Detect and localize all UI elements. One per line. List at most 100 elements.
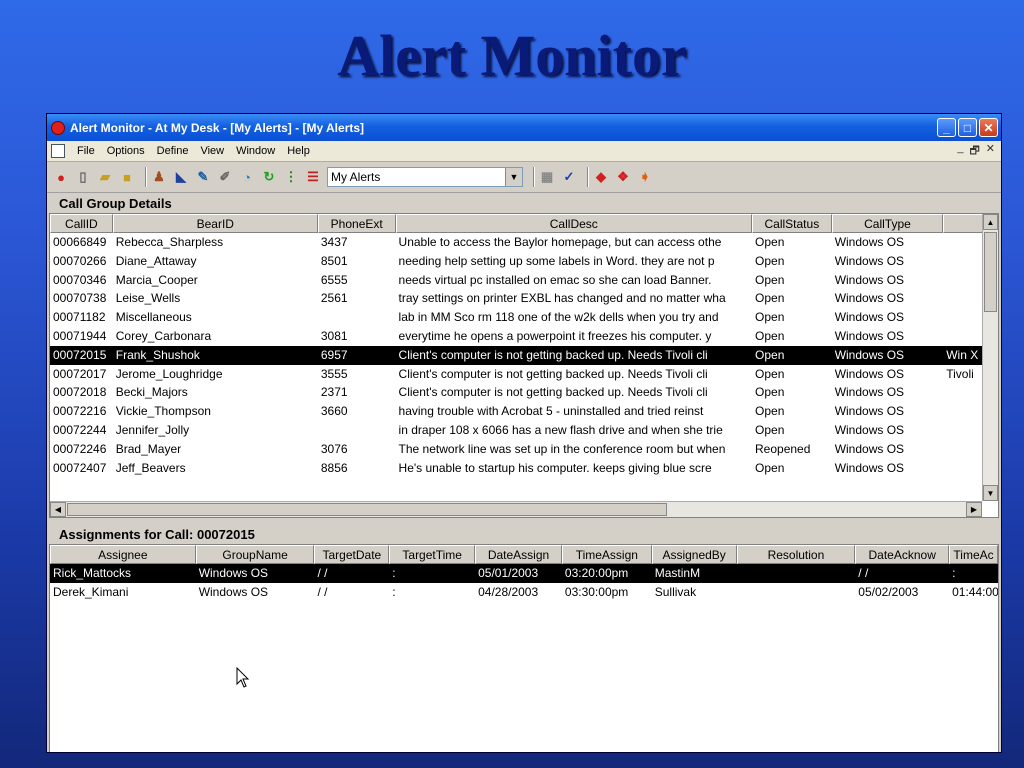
mdi-close-button[interactable]: ✕ — [986, 142, 995, 161]
traffic-light-icon[interactable]: ⋮ — [283, 169, 299, 185]
minimize-button[interactable]: _ — [937, 118, 956, 137]
assignment-column-header[interactable]: TargetDate — [314, 545, 390, 564]
call-cell: needing help setting up some labels in W… — [398, 253, 715, 268]
call-column-header[interactable]: CallType — [831, 214, 944, 233]
assignment-cell: / / — [317, 584, 328, 599]
document-icon[interactable] — [51, 144, 65, 158]
call-cell: 00070266 — [53, 253, 107, 268]
assignment-column-header[interactable]: AssignedBy — [651, 545, 737, 564]
call-row[interactable]: 00072017 Jerome_Loughridge 3555 Client's co… — [50, 365, 998, 384]
scroll-right-icon[interactable]: ▶ — [966, 502, 982, 517]
call-cell: 00071944 — [53, 328, 107, 343]
diamonds-icon[interactable]: ❖ — [615, 169, 631, 185]
call-cell: 00066849 — [53, 235, 107, 249]
horizontal-scrollbar[interactable]: ◀ ▶ — [50, 501, 982, 517]
call-cell: Open — [755, 422, 785, 437]
checkmark-icon[interactable]: ✓ — [561, 169, 577, 185]
menubar: File Options Define View Window Help _ 🗗… — [47, 141, 1001, 162]
app-window: Alert Monitor - At My Desk - [My Alerts]… — [46, 113, 1002, 753]
scroll-down-icon[interactable]: ▼ — [983, 485, 998, 501]
assignment-cell: / / — [317, 566, 328, 580]
call-group-grid: CallID BearID PhoneExt CallDesc CallStatus Ca… — [49, 213, 999, 518]
clock-icon[interactable]: ◔ — [239, 169, 255, 185]
mdi-minimize-button[interactable]: _ — [957, 142, 963, 161]
call-row[interactable]: 00071182 Miscellaneous lab in MM Sco rm 11… — [50, 308, 998, 327]
assignments-grid: Assignee GroupName TargetDate TargetTime Dat… — [49, 544, 999, 752]
call-row[interactable]: 00072018 Becki_Majors 2371 Client's compute… — [50, 383, 998, 402]
close-button[interactable]: ✕ — [979, 118, 998, 137]
assignment-column-header[interactable]: DateAssign — [475, 545, 562, 564]
open-folder-icon[interactable]: ▰ — [97, 169, 113, 185]
call-column-header[interactable]: CallID — [50, 214, 113, 233]
call-cell — [318, 421, 396, 440]
vertical-scrollbar[interactable]: ▲ ▼ — [982, 214, 998, 501]
call-row[interactable]: 00066849 Rebecca_Sharpless 3437 Unable to a… — [50, 233, 998, 252]
window-titlebar[interactable]: Alert Monitor - At My Desk - [My Alerts]… — [47, 114, 1001, 141]
users-icon[interactable]: ♟ — [151, 169, 167, 185]
list-icon[interactable]: ☰ — [305, 169, 321, 185]
call-row[interactable]: 00071944 Corey_Carbonara 3081 everytime he … — [50, 327, 998, 346]
call-row[interactable]: 00072015 Frank_Shushok 6957 Client's comput… — [50, 345, 998, 365]
assignments-grid-body: Rick_Mattocks Windows OS / /: 05/01/2003 03:… — [50, 564, 998, 602]
call-cell: 00072018 — [53, 385, 107, 400]
alert-icon[interactable]: ● — [53, 169, 69, 185]
mdi-restore-button[interactable]: 🗗 — [969, 142, 979, 161]
call-cell: Windows OS — [834, 404, 905, 419]
assignment-row[interactable]: Rick_Mattocks Windows OS / /: 05/01/2003 03:… — [50, 564, 998, 583]
call-row[interactable]: 00072246 Brad_Mayer 3076 The network line w… — [50, 440, 998, 459]
call-row[interactable]: 00072216 Vickie_Thompson 3660 having troubl… — [50, 402, 998, 421]
maximize-button[interactable]: □ — [958, 118, 977, 137]
chevron-down-icon[interactable]: ▼ — [505, 168, 522, 186]
chart-icon[interactable]: ◣ — [173, 169, 189, 185]
alert-view-select[interactable]: My Alerts ▼ — [327, 167, 523, 187]
mdi-controls: _ 🗗 ✕ — [957, 142, 1001, 161]
mouse-pointer-icon — [236, 667, 250, 688]
menu-window[interactable]: Window — [230, 145, 281, 157]
assignment-column-header[interactable]: TimeAc — [949, 545, 998, 564]
call-column-header[interactable]: PhoneExt — [317, 214, 396, 233]
menu-define[interactable]: Define — [151, 145, 195, 157]
assignment-column-header[interactable]: Resolution — [736, 545, 856, 564]
menu-options[interactable]: Options — [101, 145, 151, 157]
call-cell: The network line was set up in the confe… — [398, 441, 726, 456]
hscroll-thumb[interactable] — [67, 503, 667, 516]
call-cell: 00072216 — [53, 404, 107, 419]
diamond-icon[interactable]: ◆ — [593, 169, 609, 185]
menu-help[interactable]: Help — [281, 145, 316, 157]
call-column-header[interactable]: CallDesc — [395, 214, 753, 233]
assignment-column-header[interactable]: Assignee — [50, 545, 196, 564]
menu-view[interactable]: View — [194, 145, 230, 157]
refresh-icon[interactable]: ↻ — [261, 169, 277, 185]
call-row[interactable]: 00070738 Leise_Wells 2561 tray settings on … — [50, 289, 998, 308]
call-column-header[interactable]: BearID — [112, 214, 318, 233]
call-row[interactable]: 00070266 Diane_Attaway 8501 needing help se… — [50, 252, 998, 271]
new-icon[interactable]: ▯ — [75, 169, 91, 185]
call-cell: 00072407 — [53, 460, 107, 475]
assignment-column-header[interactable]: TimeAssign — [561, 545, 652, 564]
edit-icon[interactable]: ✐ — [217, 169, 233, 185]
assignment-cell: Sullivak — [654, 584, 697, 599]
slide-title: Alert Monitor — [337, 23, 687, 88]
assignment-cell: : — [392, 584, 396, 599]
call-column-header[interactable]: CallStatus — [752, 214, 832, 233]
call-cell: Open — [755, 235, 785, 249]
call-cell: Marcia_Cooper — [115, 272, 198, 287]
call-row[interactable]: 00072407 Jeff_Beavers 8856 He's unable to s… — [50, 459, 998, 478]
menu-file[interactable]: File — [71, 145, 101, 157]
grid-icon[interactable]: ▦ — [539, 169, 555, 185]
save-icon[interactable]: ■ — [119, 169, 135, 185]
assign-icon[interactable]: ✎ — [195, 169, 211, 185]
scroll-left-icon[interactable]: ◀ — [50, 502, 66, 517]
toolbar-separator — [533, 167, 535, 187]
call-cell: Open — [755, 385, 785, 400]
assignment-column-header[interactable]: GroupName — [195, 545, 315, 564]
assignment-column-header[interactable]: DateAcknow — [855, 545, 950, 564]
call-row[interactable]: 00072244 Jennifer_Jolly in draper 108 x 60… — [50, 421, 998, 440]
call-cell: Windows OS — [834, 310, 905, 325]
scroll-thumb[interactable] — [984, 232, 997, 312]
scroll-up-icon[interactable]: ▲ — [983, 214, 998, 230]
call-row[interactable]: 00070346 Marcia_Cooper 6555 needs virtual p… — [50, 271, 998, 290]
assignment-column-header[interactable]: TargetTime — [389, 545, 476, 564]
assignment-row[interactable]: Derek_Kimani Windows OS / /: 04/28/2003 03:3… — [50, 583, 998, 602]
forward-diamond-icon[interactable]: ➧ — [637, 169, 653, 185]
